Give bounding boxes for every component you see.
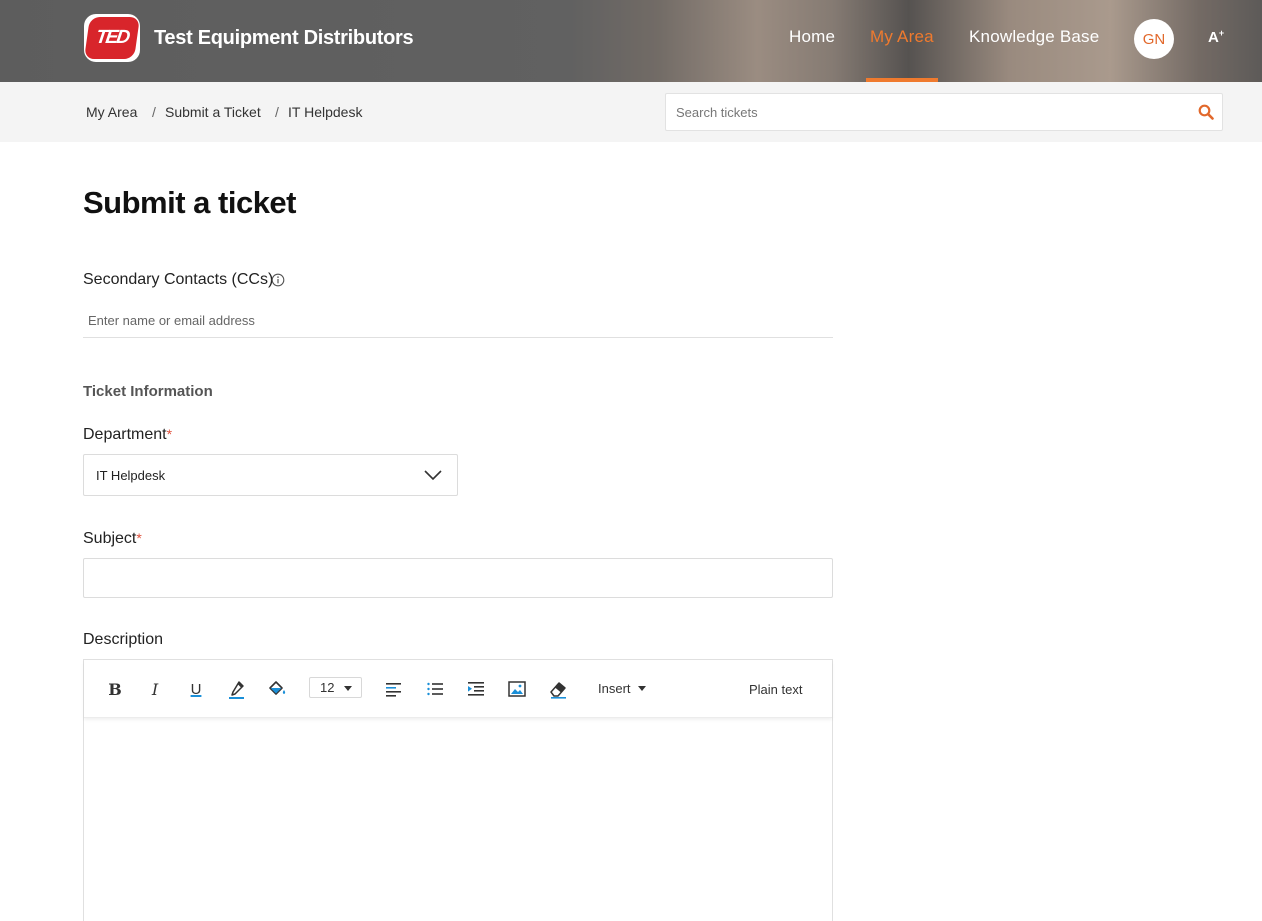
subject-label-text: Subject (83, 530, 137, 547)
brand-name[interactable]: Test Equipment Distributors (154, 27, 414, 50)
search-icon[interactable] (1198, 104, 1214, 120)
page-title: Submit a ticket (83, 185, 297, 220)
nav-active-indicator (866, 78, 938, 82)
accessibility-label: A (1208, 29, 1219, 46)
font-size-value: 12 (320, 680, 335, 695)
breadcrumb-separator: / (152, 104, 156, 120)
accessibility-icon[interactable]: A+ (1208, 28, 1224, 46)
caret-down-icon (637, 686, 646, 691)
ted-logo[interactable]: TED (84, 14, 140, 62)
image-icon[interactable] (506, 678, 528, 700)
breadcrumb-bar: My Area / Submit a Ticket / IT Helpdesk (0, 82, 1262, 142)
department-select[interactable]: IT Helpdesk (83, 454, 458, 496)
italic-button[interactable]: I (144, 678, 166, 700)
nav-my-area[interactable]: My Area (870, 27, 934, 47)
description-editor: B I U 12 Insert Plain text (83, 659, 833, 921)
breadcrumb-submit-ticket[interactable]: Submit a Ticket (165, 104, 261, 120)
search-input[interactable] (676, 102, 1176, 122)
subject-label: Subject* (83, 530, 142, 548)
caret-down-icon (344, 686, 352, 691)
search-box (665, 93, 1223, 131)
font-size-select[interactable]: 12 (309, 677, 362, 698)
background-color-icon[interactable] (266, 678, 288, 700)
cc-label: Secondary Contacts (CCs) (83, 271, 274, 288)
ted-logo-mark: TED (84, 17, 140, 59)
subject-input[interactable] (83, 558, 833, 598)
site-header: TED Test Equipment Distributors Home My … (0, 0, 1262, 82)
text-color-icon[interactable] (226, 678, 248, 700)
department-value: IT Helpdesk (96, 468, 166, 483)
required-mark: * (136, 530, 142, 546)
plain-text-toggle[interactable]: Plain text (749, 682, 802, 697)
info-icon[interactable] (271, 273, 285, 287)
chevron-down-icon (424, 470, 442, 481)
department-label-text: Department (83, 426, 167, 443)
bullet-list-icon[interactable] (424, 678, 446, 700)
align-left-icon[interactable] (383, 678, 405, 700)
section-title-ticket-info: Ticket Information (83, 383, 213, 400)
required-mark: * (166, 426, 173, 442)
bold-button[interactable]: B (104, 678, 126, 700)
nav-home[interactable]: Home (789, 27, 835, 47)
breadcrumb-it-helpdesk[interactable]: IT Helpdesk (288, 104, 362, 120)
underline-button[interactable]: U (185, 678, 207, 700)
department-label: Department* (83, 426, 172, 444)
description-editor-body[interactable] (84, 719, 832, 921)
editor-toolbar: B I U 12 Insert Plain text (84, 660, 832, 718)
cc-input[interactable] (83, 303, 833, 338)
insert-label: Insert (598, 681, 631, 696)
breadcrumb-separator: / (275, 104, 279, 120)
breadcrumb-my-area[interactable]: My Area (86, 104, 137, 120)
insert-menu[interactable]: Insert (598, 681, 646, 696)
eraser-icon[interactable] (547, 678, 569, 700)
nav-knowledge-base[interactable]: Knowledge Base (969, 27, 1099, 47)
description-label: Description (83, 631, 164, 648)
indent-icon[interactable] (465, 678, 487, 700)
avatar[interactable]: GN (1134, 19, 1174, 59)
accessibility-sup: + (1218, 28, 1225, 38)
